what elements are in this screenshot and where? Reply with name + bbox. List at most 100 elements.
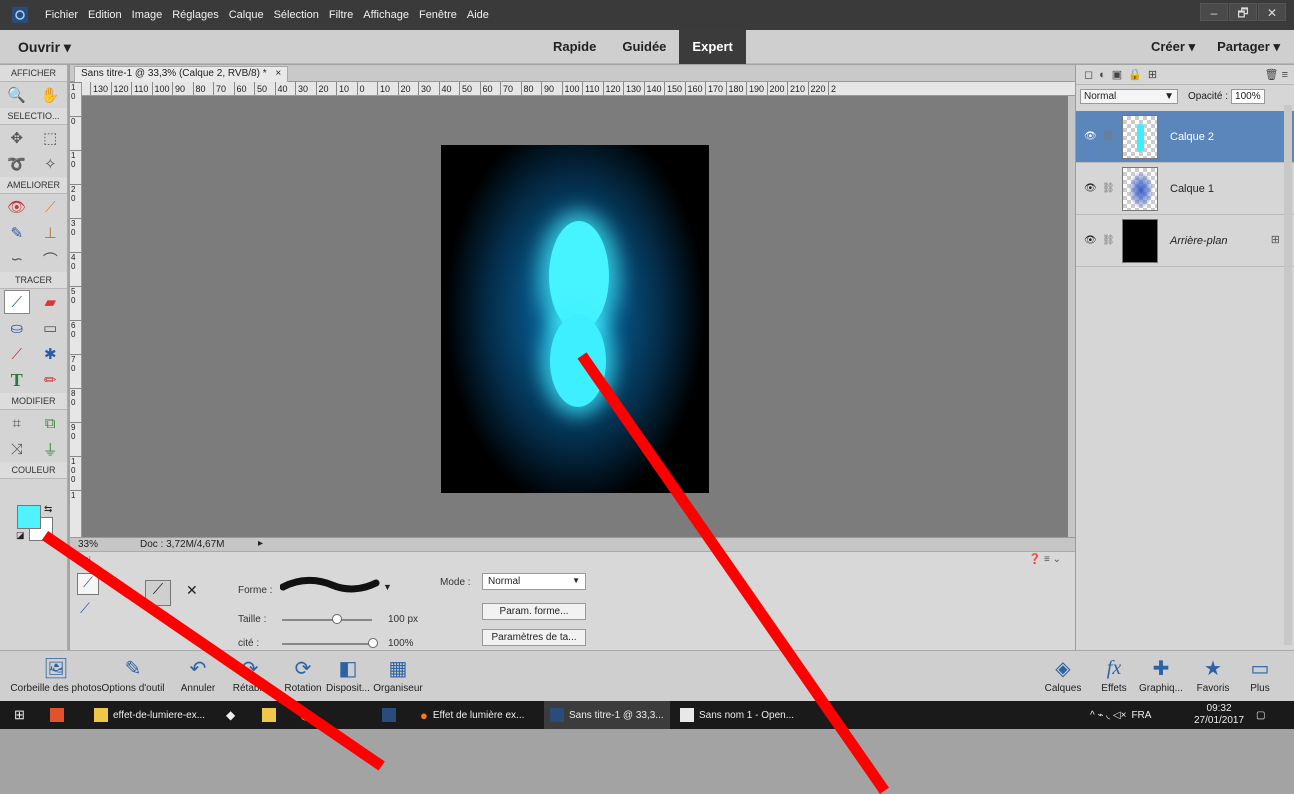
organizer-button[interactable]: ▦ Organiseur xyxy=(372,653,424,695)
pencil-tool-icon[interactable]: ✏ xyxy=(37,368,63,392)
menu-fenetre[interactable]: Fenêtre xyxy=(414,9,462,21)
share-button[interactable]: Partager ▾ xyxy=(1217,39,1280,55)
param-forme-button[interactable]: Param. forme... xyxy=(482,603,586,620)
menu-image[interactable]: Image xyxy=(127,9,168,21)
taskbar-item-explorer-effet[interactable]: effet-de-lumiere-ex... xyxy=(94,701,205,729)
lock-transparency-icon[interactable]: ⊞ xyxy=(1148,68,1157,81)
open-button[interactable]: Ouvrir ▾ xyxy=(18,39,71,56)
param-tablette-button[interactable]: Paramètres de ta... xyxy=(482,629,586,646)
options-help-icon[interactable]: ❓ ≡ ⌄ xyxy=(1029,554,1061,565)
crop-tool-icon[interactable]: ⌗ xyxy=(4,411,30,435)
close-tab-icon[interactable]: × xyxy=(275,68,281,79)
paint-bucket-icon[interactable]: ⛀ xyxy=(4,316,30,340)
default-colors-icon[interactable]: ◪ xyxy=(16,530,25,541)
layer-mask-icon[interactable]: ▣ xyxy=(1112,68,1122,81)
eyedropper-icon[interactable]: ⟋ xyxy=(4,342,30,366)
opacite-slider-knob[interactable] xyxy=(368,638,378,648)
brush-tool-icon[interactable]: ⟋ xyxy=(3,290,30,314)
trash-icon[interactable]: 🗑 ≡ xyxy=(1265,68,1288,81)
layer-row-calque-1[interactable]: 👁 ⛓ Calque 1 xyxy=(1076,163,1294,215)
color-replacement-icon[interactable]: ⟋ xyxy=(80,600,90,617)
menu-selection[interactable]: Sélection xyxy=(269,9,324,21)
start-button[interactable]: ⊞ xyxy=(14,701,25,729)
effects-button[interactable]: fx Effets xyxy=(1094,653,1134,695)
menu-aide[interactable]: Aide xyxy=(462,9,494,21)
taskbar-item-openoffice[interactable]: Sans nom 1 - Open... xyxy=(680,701,794,729)
new-layer-icon[interactable]: ◻ xyxy=(1084,68,1093,81)
sponge-tool-icon[interactable]: ⌒ xyxy=(37,247,63,271)
healing-brush-icon[interactable]: ⟋ xyxy=(37,195,63,219)
tablet-pressure-icon[interactable]: ✕ xyxy=(186,582,198,599)
mode-dropdown[interactable]: Normal ▼ xyxy=(482,573,586,590)
menu-filtre[interactable]: Filtre xyxy=(324,9,358,21)
gradient-tool-icon[interactable]: ▭ xyxy=(37,316,63,340)
tab-expert[interactable]: Expert xyxy=(679,30,746,64)
recompose-tool-icon[interactable]: ⧉ xyxy=(37,411,63,435)
tab-rapide[interactable]: Rapide xyxy=(540,30,609,64)
layer-row-arriere-plan[interactable]: 👁 ⛓ Arrière-plan ⊞ xyxy=(1076,215,1294,267)
tab-guidee[interactable]: Guidée xyxy=(609,30,679,64)
zoom-level[interactable]: 33% xyxy=(78,539,98,550)
straighten-tool-icon[interactable]: ⏚ xyxy=(37,437,63,461)
opacity-input[interactable]: 100% xyxy=(1231,88,1265,104)
red-eye-tool-icon[interactable]: 👁 xyxy=(4,195,30,219)
taskbar-media-icon[interactable] xyxy=(50,701,64,729)
taskbar-item-firefox[interactable]: ● Effet de lumière ex... xyxy=(420,701,524,729)
status-menu-arrow-icon[interactable]: ▸ xyxy=(258,538,263,549)
foreground-color-swatch[interactable] xyxy=(17,505,41,529)
lock-icon[interactable]: 🔒 xyxy=(1128,68,1142,81)
favorites-button[interactable]: ★ Favoris xyxy=(1192,653,1234,695)
restore-button[interactable]: 🗗 xyxy=(1229,3,1257,21)
layer-name[interactable]: Calque 1 xyxy=(1170,183,1214,195)
content-move-icon[interactable]: ⤨ xyxy=(4,437,30,461)
minimize-button[interactable]: – xyxy=(1200,3,1228,21)
visibility-eye-icon[interactable]: 👁 xyxy=(1084,183,1102,194)
layout-button[interactable]: ◧ Disposit... xyxy=(318,653,378,695)
link-icon[interactable]: ⛓ xyxy=(1102,235,1122,246)
adjustment-layer-icon[interactable]: ◐ xyxy=(1099,69,1106,81)
smart-brush-icon[interactable]: ✎ xyxy=(4,221,30,245)
taille-slider-knob[interactable] xyxy=(332,614,342,624)
vertical-scrollbar[interactable] xyxy=(1068,96,1075,540)
magic-wand-icon[interactable]: ✧ xyxy=(37,152,63,176)
close-window-button[interactable]: ✕ xyxy=(1258,3,1286,21)
move-tool-icon[interactable]: ✥ xyxy=(4,126,30,150)
type-tool-icon[interactable]: T xyxy=(4,368,30,392)
undo-button[interactable]: ↶ Annuler xyxy=(176,653,220,695)
document-tab[interactable]: Sans titre-1 @ 33,3% (Calque 2, RVB/8) *… xyxy=(74,66,289,82)
link-icon[interactable]: ⛓ xyxy=(1102,183,1122,194)
opacite-slider[interactable] xyxy=(282,643,372,645)
layers-scrollbar[interactable] xyxy=(1284,105,1292,645)
blur-tool-icon[interactable]: ∽ xyxy=(4,247,30,271)
blend-mode-dropdown[interactable]: Normal ▼ xyxy=(1080,88,1178,104)
taskbar-app-icon-1[interactable]: ◆ xyxy=(226,701,235,729)
document-canvas[interactable] xyxy=(441,145,709,493)
taskbar-elements-icon[interactable] xyxy=(382,701,396,729)
brush-shape-dropdown-icon[interactable]: ▼ xyxy=(383,582,392,592)
menu-calque[interactable]: Calque xyxy=(224,9,269,21)
eraser-tool-icon[interactable]: ▰ xyxy=(37,290,63,314)
link-icon[interactable]: ⛓ xyxy=(1102,131,1122,142)
tool-options-button[interactable]: ✎ Options d'outil xyxy=(90,653,176,695)
more-button[interactable]: ▭ Plus xyxy=(1242,653,1278,695)
clock[interactable]: 09:32 27/01/2017 xyxy=(1194,703,1244,727)
lasso-tool-icon[interactable]: ➰ xyxy=(4,152,30,176)
marquee-tool-icon[interactable]: ⬚ xyxy=(37,126,63,150)
brush-shape-preview[interactable] xyxy=(279,576,380,594)
visibility-eye-icon[interactable]: 👁 xyxy=(1084,235,1102,246)
menu-edition[interactable]: Edition xyxy=(83,9,127,21)
zoom-tool-icon[interactable]: 🔍 xyxy=(4,83,30,107)
app-logo-icon[interactable] xyxy=(6,4,34,26)
menu-reglages[interactable]: Réglages xyxy=(167,9,223,21)
taille-slider[interactable] xyxy=(282,619,372,621)
graphics-button[interactable]: ✚ Graphiq... xyxy=(1132,653,1190,695)
visibility-eye-icon[interactable]: 👁 xyxy=(1084,131,1102,142)
taskbar-item-sans-titre[interactable]: Sans titre-1 @ 33,3... xyxy=(544,701,670,729)
system-tray[interactable]: ^ ⌁ ◟ ◁× FRA xyxy=(1090,701,1151,729)
swap-colors-icon[interactable]: ⇆ xyxy=(44,504,52,515)
layer-row-calque-2[interactable]: 👁 ⛓ Calque 2 xyxy=(1076,111,1294,163)
layers-toggle-button[interactable]: ◈ Calques xyxy=(1040,653,1086,695)
menu-affichage[interactable]: Affichage xyxy=(358,9,414,21)
custom-shape-icon[interactable]: ✱ xyxy=(37,342,63,366)
hand-tool-icon[interactable]: ✋ xyxy=(37,83,63,107)
